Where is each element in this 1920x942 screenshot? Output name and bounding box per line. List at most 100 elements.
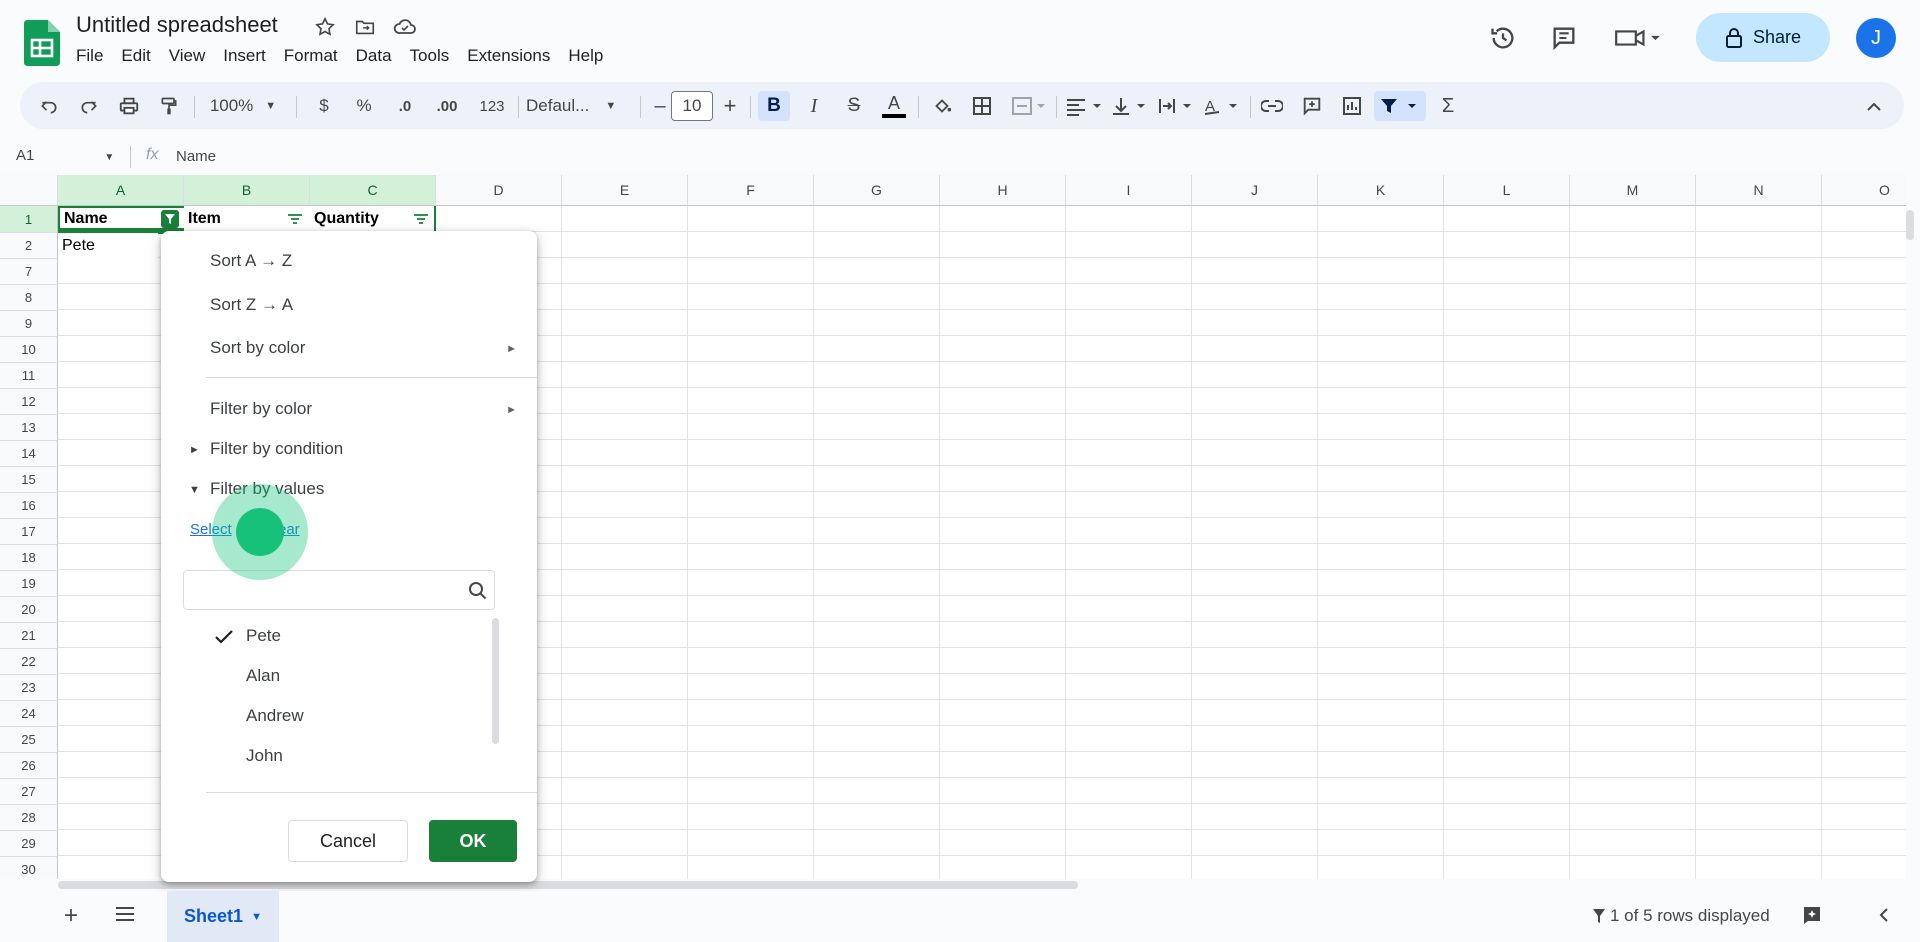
horizontal-scrollbar[interactable]: [58, 881, 1078, 889]
vertical-scrollbar[interactable]: [1906, 210, 1914, 240]
fill-color-icon[interactable]: [926, 91, 958, 121]
column-header-n[interactable]: N: [1696, 175, 1822, 206]
document-title[interactable]: Untitled spreadsheet: [76, 12, 278, 38]
filter-value-item[interactable]: Alan: [246, 666, 280, 686]
column-header-e[interactable]: E: [562, 175, 688, 206]
insert-link-icon[interactable]: [1256, 91, 1288, 121]
redo-icon[interactable]: [74, 91, 104, 121]
row-header-20[interactable]: 20: [0, 597, 58, 623]
row-header-9[interactable]: 9: [0, 311, 58, 337]
font-size-field[interactable]: 10: [670, 91, 714, 121]
all-sheets-icon[interactable]: [114, 905, 136, 928]
column-header-i[interactable]: I: [1066, 175, 1192, 206]
strikethrough-button[interactable]: S: [838, 91, 870, 121]
row-header-30[interactable]: 30: [0, 857, 58, 879]
font-family-select[interactable]: Defaul... ▼: [526, 91, 634, 121]
move-folder-icon[interactable]: [352, 14, 378, 40]
menu-format[interactable]: Format: [284, 46, 347, 66]
menu-insert[interactable]: Insert: [223, 46, 275, 66]
row-header-24[interactable]: 24: [0, 701, 58, 727]
column-header-j[interactable]: J: [1192, 175, 1318, 206]
borders-icon[interactable]: [966, 91, 998, 121]
column-header-m[interactable]: M: [1570, 175, 1696, 206]
increase-font-size-button[interactable]: +: [718, 91, 742, 121]
column-header-d[interactable]: D: [436, 175, 562, 206]
column-header-g[interactable]: G: [814, 175, 940, 206]
row-header-14[interactable]: 14: [0, 441, 58, 467]
values-list-scrollbar[interactable]: [492, 618, 499, 744]
sheets-logo-icon[interactable]: [24, 20, 60, 66]
row-header-11[interactable]: 11: [0, 363, 58, 389]
italic-button[interactable]: I: [798, 91, 830, 121]
explore-icon[interactable]: [1802, 905, 1822, 930]
vertical-align-icon[interactable]: [1108, 91, 1152, 121]
row-header-17[interactable]: 17: [0, 519, 58, 545]
filter-icon[interactable]: [412, 210, 430, 228]
menu-view[interactable]: View: [169, 46, 215, 66]
filter-value-item[interactable]: Pete: [246, 626, 281, 646]
meet-video-icon[interactable]: [1612, 20, 1664, 56]
cloud-status-icon[interactable]: [392, 14, 418, 40]
filter-value-item[interactable]: Andrew: [246, 706, 304, 726]
cancel-button[interactable]: Cancel: [288, 820, 408, 862]
formula-input[interactable]: Name: [176, 148, 216, 165]
row-header-2[interactable]: 2: [0, 233, 58, 259]
row-header-10[interactable]: 10: [0, 337, 58, 363]
decrease-font-size-button[interactable]: –: [648, 91, 672, 121]
menu-file[interactable]: File: [76, 46, 112, 66]
undo-icon[interactable]: [34, 91, 64, 121]
number-format-button[interactable]: 123: [472, 91, 512, 121]
sheet-tab-sheet1[interactable]: Sheet1 ▼: [167, 891, 279, 942]
column-header-a[interactable]: A: [58, 175, 184, 206]
text-wrapping-icon[interactable]: [1154, 91, 1198, 121]
row-header-28[interactable]: 28: [0, 805, 58, 831]
name-box[interactable]: A1 ▼: [16, 147, 114, 164]
column-header-l[interactable]: L: [1444, 175, 1570, 206]
comments-icon[interactable]: [1546, 20, 1582, 56]
row-header-21[interactable]: 21: [0, 623, 58, 649]
menu-edit[interactable]: Edit: [121, 46, 159, 66]
version-history-icon[interactable]: [1485, 20, 1521, 56]
row-header-12[interactable]: 12: [0, 389, 58, 415]
text-rotation-icon[interactable]: A: [1200, 91, 1244, 121]
decrease-decimal-button[interactable]: .0: [388, 91, 422, 121]
account-avatar[interactable]: J: [1856, 18, 1896, 58]
print-icon[interactable]: [114, 91, 144, 121]
row-header-13[interactable]: 13: [0, 415, 58, 441]
column-header-o[interactable]: O: [1822, 175, 1906, 206]
zoom-select[interactable]: 100% ▼: [200, 91, 286, 121]
text-color-button[interactable]: A: [878, 91, 910, 121]
filter-icon[interactable]: [286, 210, 304, 228]
column-header-h[interactable]: H: [940, 175, 1066, 206]
row-header-15[interactable]: 15: [0, 467, 58, 493]
collapse-side-panel-icon[interactable]: [1878, 906, 1890, 929]
column-header-c[interactable]: C: [310, 175, 436, 206]
insert-comment-icon[interactable]: [1296, 91, 1328, 121]
filter-values-search-input[interactable]: [183, 570, 495, 610]
row-header-29[interactable]: 29: [0, 831, 58, 857]
filter-value-item[interactable]: John: [246, 746, 283, 766]
menu-help[interactable]: Help: [568, 46, 612, 66]
row-header-1[interactable]: 1: [0, 206, 58, 233]
column-header-k[interactable]: K: [1318, 175, 1444, 206]
row-header-23[interactable]: 23: [0, 675, 58, 701]
row-header-25[interactable]: 25: [0, 727, 58, 753]
bold-button[interactable]: B: [758, 91, 790, 121]
row-header-19[interactable]: 19: [0, 571, 58, 597]
filter-button[interactable]: [1374, 91, 1426, 121]
insert-chart-icon[interactable]: [1336, 91, 1368, 121]
share-button[interactable]: Share: [1696, 13, 1830, 62]
active-filter-icon[interactable]: [161, 210, 179, 228]
sort-z-a-item[interactable]: Sort Z → A: [210, 295, 293, 315]
sort-a-z-item[interactable]: Sort A → Z: [210, 251, 292, 271]
menu-extensions[interactable]: Extensions: [467, 46, 559, 66]
row-header-7[interactable]: 7: [0, 259, 58, 285]
menu-tools[interactable]: Tools: [410, 46, 459, 66]
filter-by-condition-item[interactable]: Filter by condition: [210, 439, 343, 459]
collapse-menus-icon[interactable]: [1858, 91, 1890, 121]
horizontal-align-icon[interactable]: [1062, 91, 1106, 121]
merge-cells-icon[interactable]: [1006, 91, 1050, 121]
row-header-8[interactable]: 8: [0, 285, 58, 311]
column-header-b[interactable]: B: [184, 175, 310, 206]
menu-data[interactable]: Data: [356, 46, 401, 66]
